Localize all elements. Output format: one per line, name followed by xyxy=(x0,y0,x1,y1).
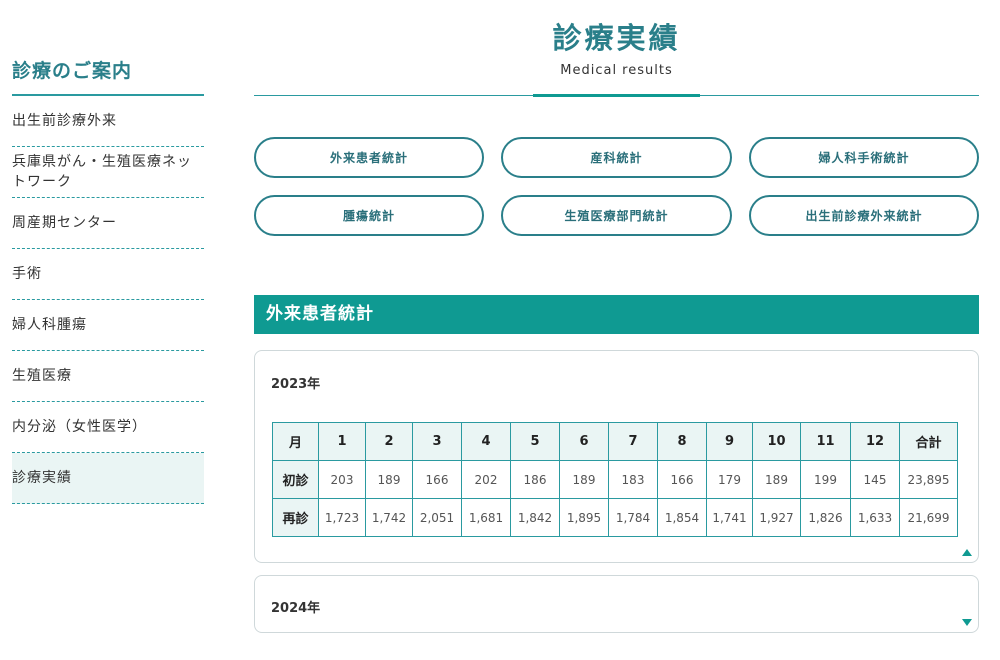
sidebar-item-perinatal[interactable]: 周産期センター xyxy=(12,198,204,249)
table-cell: 189 xyxy=(365,460,413,499)
sidebar-item-results[interactable]: 診療実績 xyxy=(12,453,204,504)
sidebar-item-reproductive[interactable]: 生殖医療 xyxy=(12,351,204,402)
table-cell: 1,742 xyxy=(365,498,413,537)
table-cell-total: 21,699 xyxy=(899,498,958,537)
gyn-surgery-stats-button[interactable]: 婦人科手術統計 xyxy=(749,137,979,178)
table-cell: 1,681 xyxy=(461,498,511,537)
column-header: 12 xyxy=(850,422,900,461)
table-cell: 145 xyxy=(850,460,900,499)
prenatal-stats-button[interactable]: 出生前診療外来統計 xyxy=(749,195,979,236)
table-cell: 203 xyxy=(318,460,366,499)
table-row-revisit: 再診 1,723 1,742 2,051 1,681 1,842 1,895 1… xyxy=(272,498,958,537)
sidebar-item-surgery[interactable]: 手術 xyxy=(12,249,204,300)
obstetrics-stats-button[interactable]: 産科統計 xyxy=(501,137,732,178)
year-label[interactable]: 2023年 xyxy=(271,373,320,392)
category-buttons: 外来患者統計 産科統計 婦人科手術統計 腫瘍統計 生殖医療部門統計 出生前診療外… xyxy=(254,137,979,236)
column-header: 2 xyxy=(365,422,413,461)
table-cell: 1,842 xyxy=(510,498,560,537)
table-header-row: 月 1 2 3 4 5 6 7 8 9 10 11 12 合計 xyxy=(272,422,958,461)
sidebar-item-cancer-network[interactable]: 兵庫県がん・生殖医療ネットワーク xyxy=(12,147,204,198)
page-subtitle: Medical results xyxy=(560,63,673,78)
column-header: 5 xyxy=(510,422,560,461)
table-cell: 1,927 xyxy=(752,498,801,537)
page-title: 診療実績 xyxy=(552,21,681,55)
sidebar-item-prenatal[interactable]: 出生前診療外来 xyxy=(12,96,204,147)
table-cell: 1,784 xyxy=(608,498,658,537)
table-cell: 1,854 xyxy=(657,498,707,537)
table-cell: 166 xyxy=(412,460,462,499)
page-header: 診療実績 Medical results xyxy=(254,18,979,97)
column-header: 7 xyxy=(608,422,658,461)
table-cell: 189 xyxy=(559,460,609,499)
table-cell: 179 xyxy=(706,460,753,499)
section-heading: 外来患者統計 xyxy=(254,295,979,334)
table-cell-total: 23,895 xyxy=(899,460,958,499)
table-row-first-visit: 初診 203 189 166 202 186 189 183 166 179 1… xyxy=(272,460,958,499)
table-cell: 199 xyxy=(800,460,851,499)
reproductive-stats-button[interactable]: 生殖医療部門統計 xyxy=(501,195,732,236)
column-header: 11 xyxy=(800,422,851,461)
table-cell: 183 xyxy=(608,460,658,499)
sidebar-title: 診療のご案内 xyxy=(12,56,204,96)
row-header: 初診 xyxy=(272,460,319,499)
expand-arrow-icon[interactable] xyxy=(962,619,972,626)
table-cell: 1,741 xyxy=(706,498,753,537)
column-header: 10 xyxy=(752,422,801,461)
table-cell: 1,826 xyxy=(800,498,851,537)
tumor-stats-button[interactable]: 腫瘍統計 xyxy=(254,195,484,236)
header-accent-line xyxy=(533,94,700,97)
table-cell: 1,633 xyxy=(850,498,900,537)
sidebar-item-gyn-oncology[interactable]: 婦人科腫瘍 xyxy=(12,300,204,351)
table-cell: 1,895 xyxy=(559,498,609,537)
row-header: 再診 xyxy=(272,498,319,537)
column-header: 9 xyxy=(706,422,753,461)
sidebar-item-endocrine[interactable]: 内分泌（女性医学） xyxy=(12,402,204,453)
table-cell: 189 xyxy=(752,460,801,499)
sidebar: 診療のご案内 出生前診療外来 兵庫県がん・生殖医療ネットワーク 周産期センター … xyxy=(12,56,204,504)
column-header: 1 xyxy=(318,422,366,461)
column-header: 合計 xyxy=(899,422,958,461)
table-cell: 2,051 xyxy=(412,498,462,537)
table-cell: 202 xyxy=(461,460,511,499)
column-header: 4 xyxy=(461,422,511,461)
year-panel-2024[interactable]: 2024年 xyxy=(254,575,979,633)
year-panel-2023[interactable]: 2023年 月 1 2 3 4 5 6 7 8 9 10 11 12 合計 初診 xyxy=(254,350,979,563)
column-header: 3 xyxy=(412,422,462,461)
year-label[interactable]: 2024年 xyxy=(271,597,320,616)
table-cell: 166 xyxy=(657,460,707,499)
collapse-arrow-icon[interactable] xyxy=(962,549,972,556)
column-header: 6 xyxy=(559,422,609,461)
column-header: 8 xyxy=(657,422,707,461)
table-cell: 186 xyxy=(510,460,560,499)
table-cell: 1,723 xyxy=(318,498,366,537)
outpatient-table: 月 1 2 3 4 5 6 7 8 9 10 11 12 合計 初診 203 1… xyxy=(272,422,958,537)
outpatient-stats-button[interactable]: 外来患者統計 xyxy=(254,137,484,178)
sidebar-list: 出生前診療外来 兵庫県がん・生殖医療ネットワーク 周産期センター 手術 婦人科腫… xyxy=(12,96,204,504)
column-header: 月 xyxy=(272,422,319,461)
